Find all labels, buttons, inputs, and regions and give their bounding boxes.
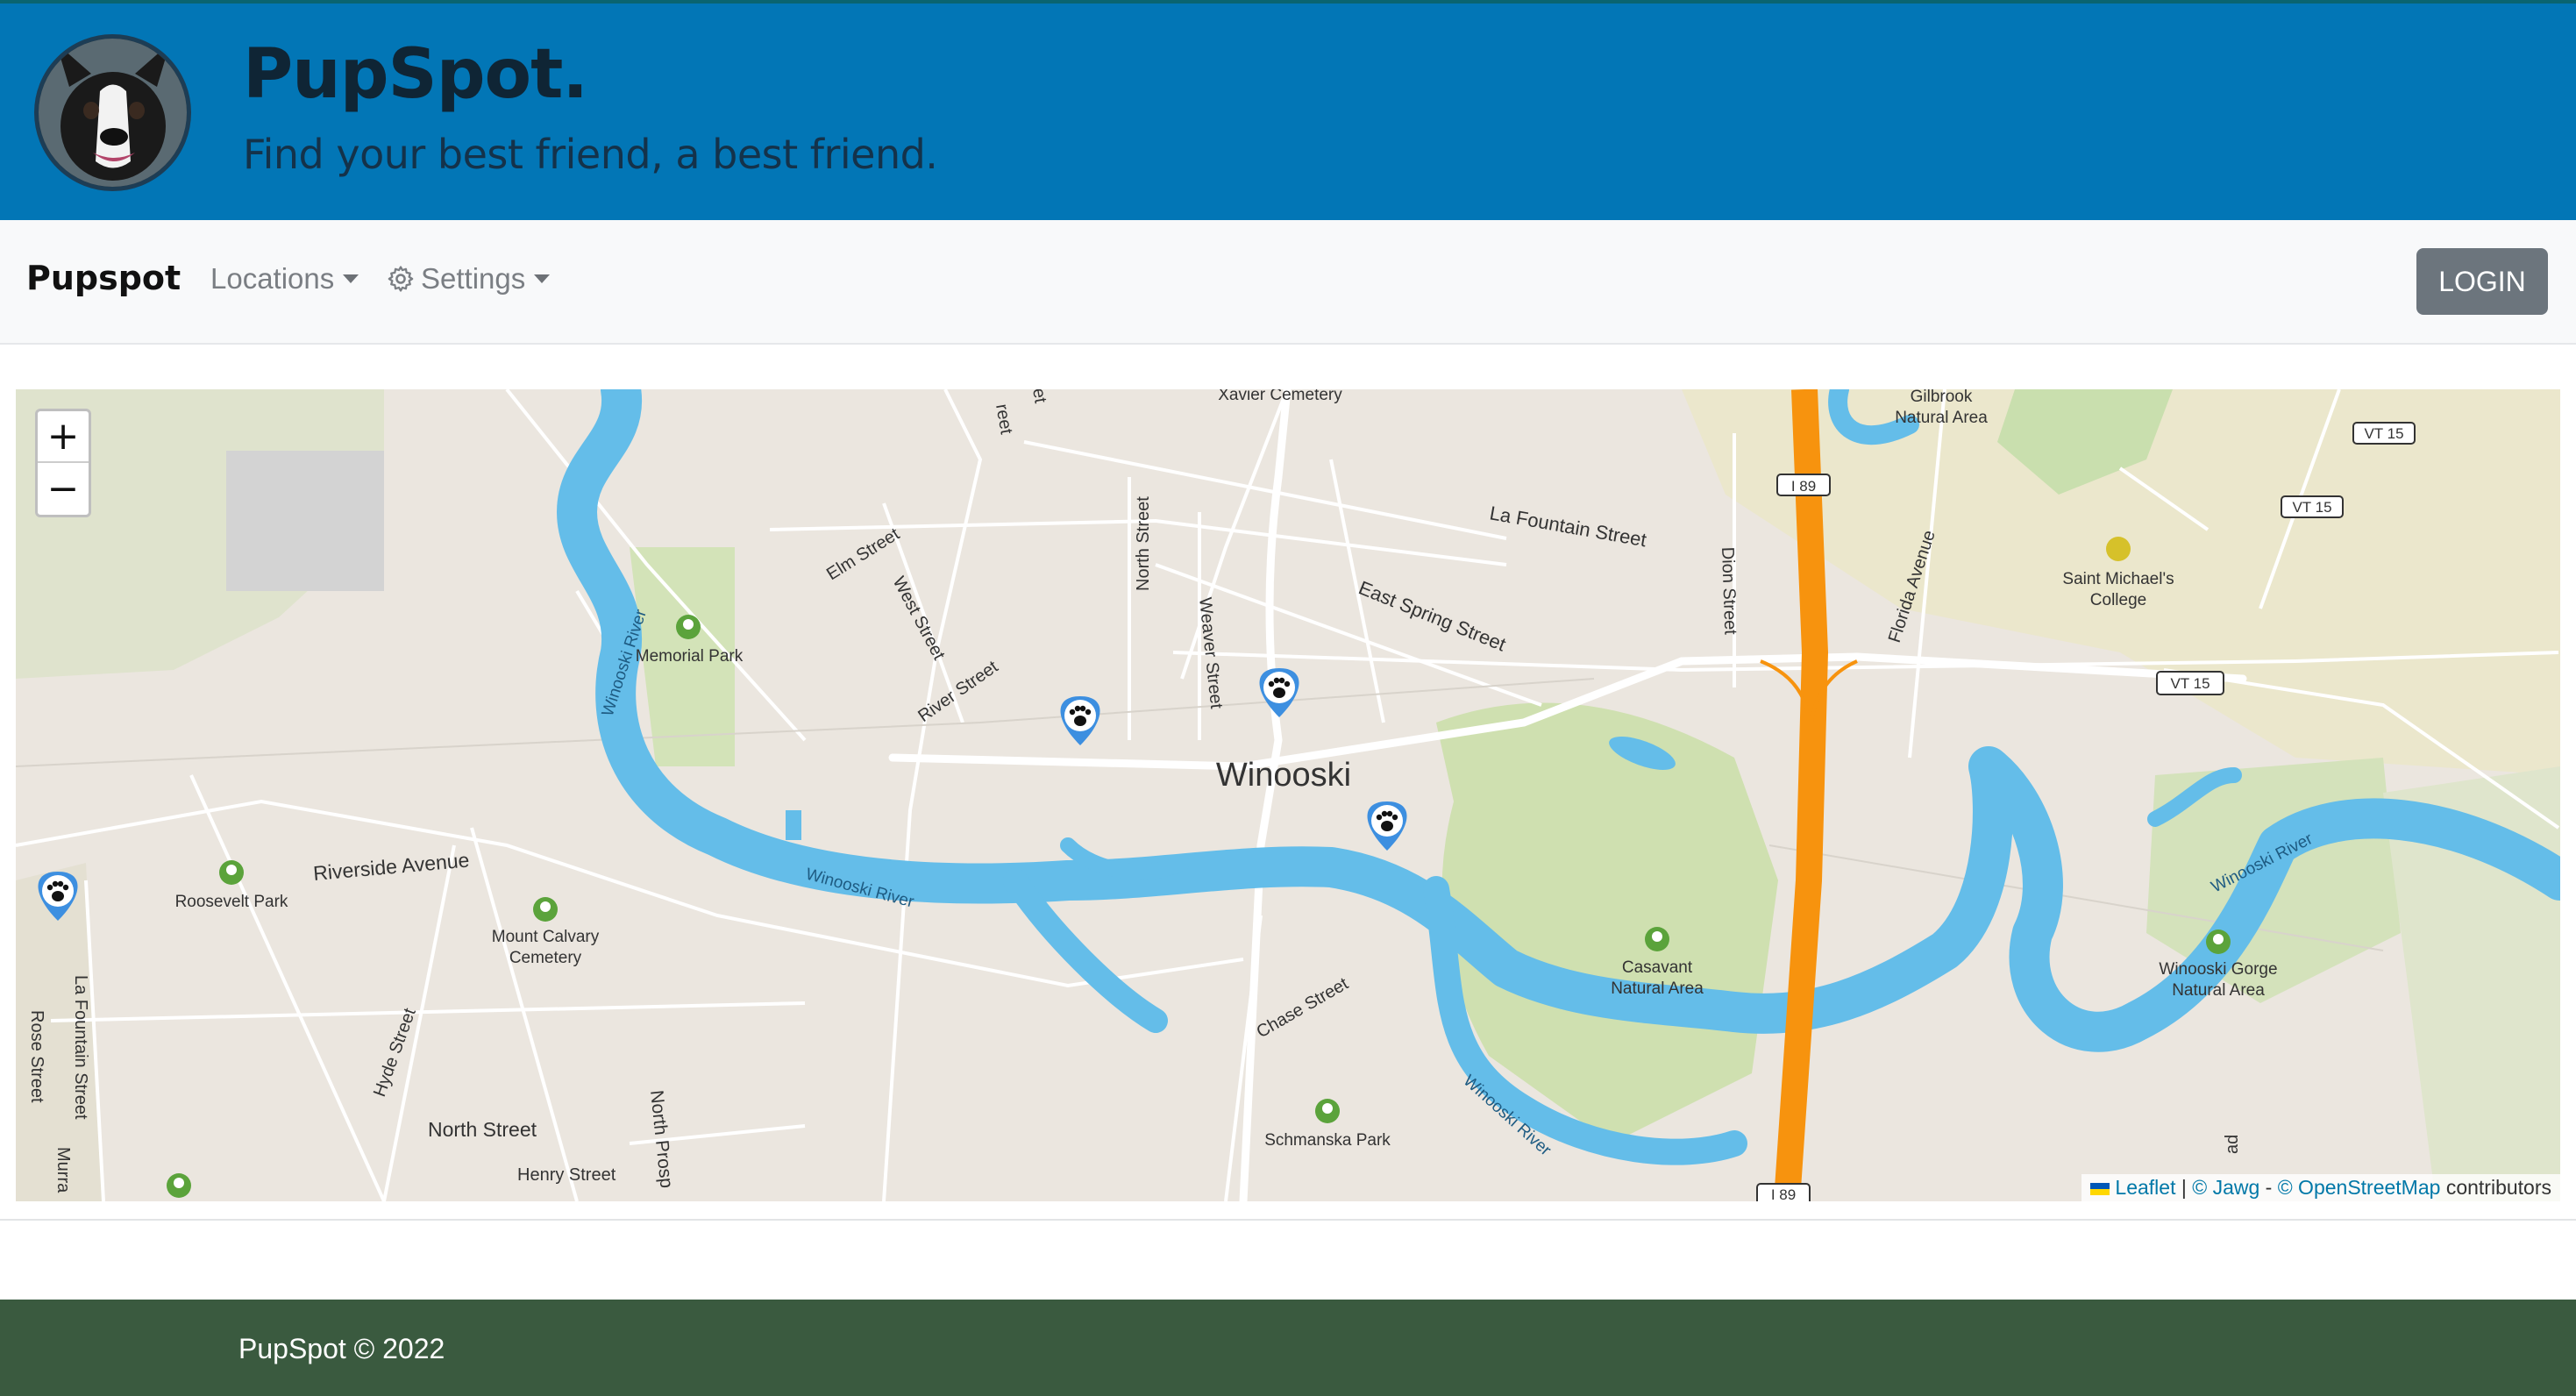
zoom-control: + − (35, 409, 91, 517)
markers-layer (38, 668, 1407, 921)
ukraine-flag-icon (2090, 1182, 2110, 1195)
leaflet-link[interactable]: Leaflet (2115, 1176, 2175, 1199)
zoom-in-button[interactable]: + (38, 411, 89, 463)
navbar: Pupspot Locations Settings LOGIN (0, 220, 2576, 345)
site-header: PupSpot. Find your best friend, a best f… (0, 4, 2576, 220)
attribution-suffix: contributors (2440, 1176, 2551, 1199)
settings-dropdown[interactable]: Settings (386, 262, 551, 296)
gear-icon (388, 266, 414, 292)
page-title: PupSpot. (243, 35, 588, 114)
paw-marker[interactable] (38, 872, 78, 921)
attribution-separator: | (2175, 1176, 2193, 1199)
locations-dropdown[interactable]: Locations (210, 262, 359, 296)
map-attribution: Leaflet | © Jawg - © OpenStreetMap contr… (2081, 1174, 2560, 1201)
chevron-down-icon (534, 274, 551, 283)
locations-label: Locations (210, 262, 335, 295)
settings-label: Settings (421, 262, 526, 295)
osm-link[interactable]: © OpenStreetMap (2278, 1176, 2441, 1199)
map[interactable]: Winooski Xavier Cemetery Gilbrook Natura… (16, 389, 2560, 1201)
chevron-down-icon (343, 274, 359, 283)
dog-logo-avatar (34, 34, 191, 191)
zoom-out-button[interactable]: − (38, 463, 89, 515)
page-tagline: Find your best friend, a best friend. (243, 131, 938, 178)
paw-marker[interactable] (1367, 801, 1407, 851)
site-footer: PupSpot © 2022 (0, 1300, 2576, 1396)
paw-marker[interactable] (1259, 668, 1299, 717)
paw-marker[interactable] (1060, 696, 1100, 745)
login-button[interactable]: LOGIN (2416, 248, 2548, 315)
copyright-text: PupSpot © 2022 (238, 1333, 445, 1364)
navbar-brand[interactable]: Pupspot (26, 259, 181, 297)
jawg-link[interactable]: © Jawg (2192, 1176, 2259, 1199)
attribution-separator: - (2259, 1176, 2278, 1199)
